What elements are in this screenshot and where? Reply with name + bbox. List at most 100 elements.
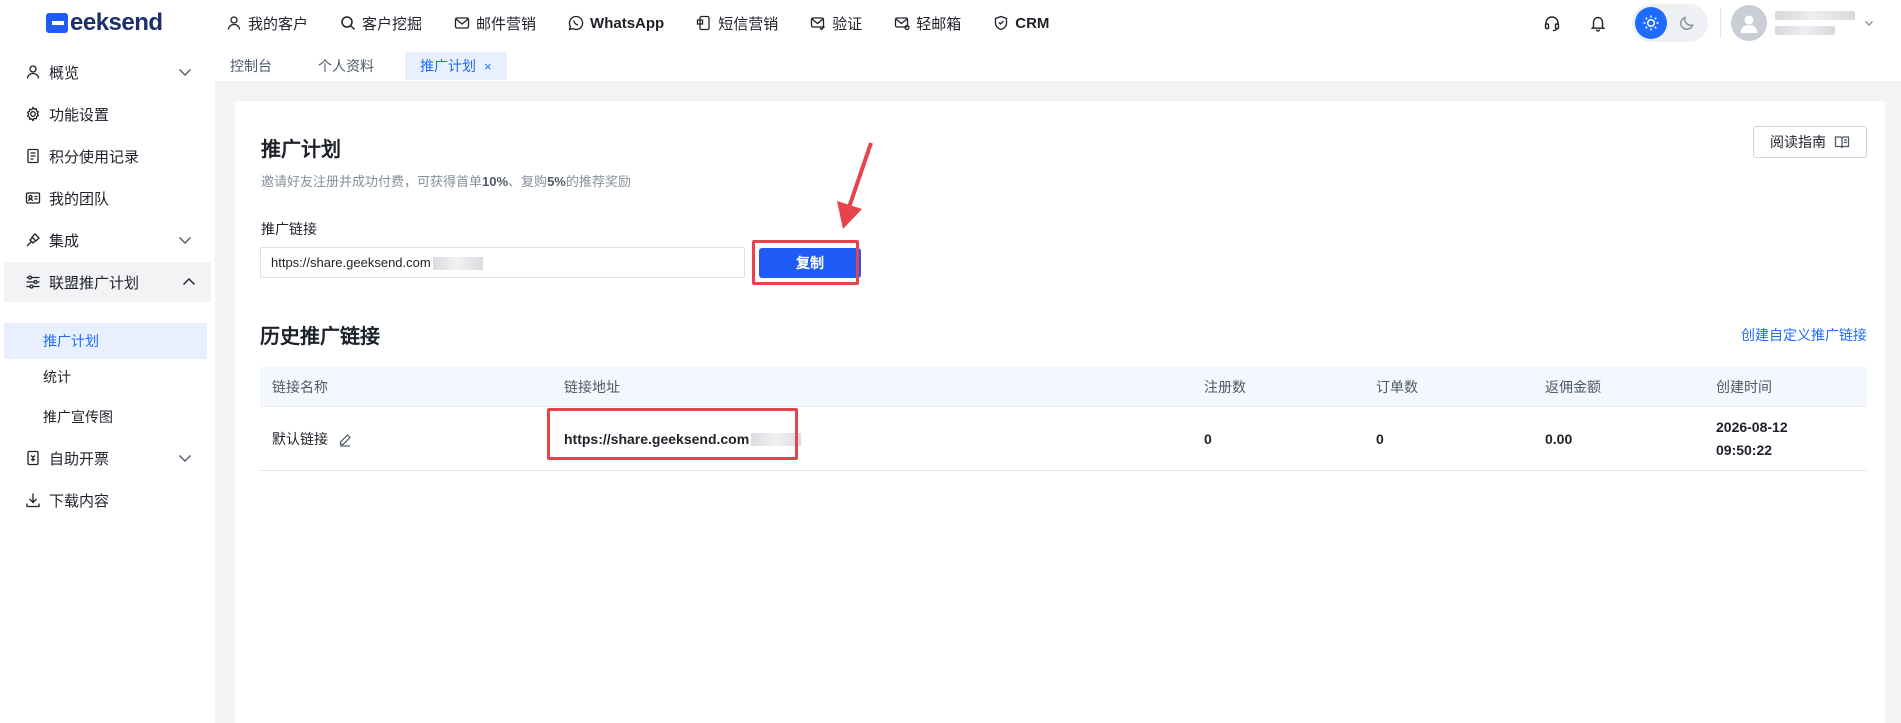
nav-label: 验证 — [832, 15, 863, 33]
desc-first-rate: 10% — [482, 174, 509, 189]
sidebar-item-self-invoice[interactable]: 自助开票 — [0, 438, 207, 478]
sidebar-subitem-referral-plan[interactable]: 推广计划 — [4, 323, 207, 359]
chevron-down-icon — [177, 450, 193, 466]
whatsapp-icon — [568, 15, 584, 31]
commission-cell: 0.00 — [1545, 430, 1573, 447]
divider — [1720, 8, 1721, 38]
main-card: 推广计划 邀请好友注册并成功付费，可获得首单10%、复购5%的推荐奖励 阅读指南… — [235, 101, 1885, 723]
sidebar-item-label: 集成 — [49, 232, 80, 250]
orders-cell: 0 — [1376, 430, 1384, 447]
book-icon — [1834, 134, 1850, 150]
nav-crm[interactable]: CRM — [993, 15, 1049, 32]
column-header: 返佣金额 — [1545, 378, 1601, 395]
nav-verify[interactable]: 验证 — [810, 13, 862, 34]
logo-mark-icon — [46, 13, 68, 33]
sliders-icon — [25, 274, 41, 290]
sidebar-item-label: 积分使用记录 — [49, 148, 140, 166]
sidebar-item-label: 自助开票 — [49, 450, 110, 468]
tab-label: 推广计划 — [420, 58, 476, 74]
pencil-icon[interactable] — [338, 433, 352, 447]
sidebar-item-affiliate-program[interactable]: 联盟推广计划 — [4, 262, 211, 302]
light-mail-icon — [894, 15, 910, 31]
page-title: 推广计划 — [261, 139, 341, 161]
column-header: 创建时间 — [1716, 378, 1772, 395]
column-header: 注册数 — [1204, 378, 1246, 395]
tab-profile[interactable]: 个人资料 — [303, 52, 389, 80]
column-header: 链接名称 — [272, 378, 328, 395]
annotation-arrow-icon — [837, 142, 873, 229]
nav-light-mailbox[interactable]: 轻邮箱 — [894, 13, 961, 34]
chevron-down-icon[interactable] — [1863, 17, 1875, 29]
referral-link-value: https://share.geeksend.com — [271, 255, 431, 270]
sidebar-item-settings[interactable]: 功能设置 — [0, 94, 207, 134]
desc-text: 、复购 — [508, 174, 548, 189]
sidebar-item-label: 功能设置 — [49, 106, 110, 124]
tab-referral-program[interactable]: 推广计划 × — [405, 52, 507, 80]
nav-whatsapp[interactable]: WhatsApp — [568, 15, 664, 32]
nav-label: 我的客户 — [248, 15, 309, 33]
sidebar-item-integrations[interactable]: 集成 — [0, 220, 207, 260]
sidebar-item-label: 我的团队 — [49, 190, 110, 208]
theme-toggle[interactable] — [1632, 4, 1708, 42]
nav-label: 短信营销 — [718, 15, 779, 33]
sidebar-item-overview[interactable]: 概览 — [0, 52, 207, 92]
sidebar-item-label: 下载内容 — [49, 492, 110, 510]
page-tabs: 控制台 个人资料 推广计划 × — [215, 52, 523, 80]
sms-icon — [696, 15, 712, 31]
chevron-down-icon — [177, 64, 193, 80]
create-custom-link[interactable]: 创建自定义推广链接 — [1741, 325, 1867, 345]
nav-my-customers[interactable]: 我的客户 — [226, 13, 308, 34]
nav-label: 邮件营销 — [476, 15, 537, 33]
link-name: 默认链接 — [272, 430, 328, 447]
nav-customer-mining[interactable]: 客户挖掘 — [340, 13, 422, 34]
referral-link-field[interactable]: https://share.geeksend.com — [260, 247, 745, 278]
sidebar: 概览 功能设置 积分使用记录 我的团队 集成 联盟推广计划 推广计划 统计 推广… — [0, 46, 215, 723]
invoice-icon — [25, 450, 41, 466]
desc-text: 邀请好友注册并成功付费，可获得首单 — [261, 174, 483, 189]
column-header: 链接地址 — [564, 378, 620, 395]
desc-repeat-rate: 5% — [547, 174, 566, 189]
moon-icon[interactable] — [1671, 7, 1703, 39]
guide-button-label: 阅读指南 — [1770, 134, 1826, 150]
top-right-actions — [1540, 0, 1901, 46]
history-table: 链接名称 链接地址 注册数 订单数 返佣金额 创建时间 默认链接 https:/… — [260, 367, 1867, 471]
highlight-box-url — [547, 408, 798, 460]
plug-icon — [25, 232, 41, 248]
bell-icon[interactable] — [1586, 11, 1610, 35]
sidebar-item-downloads[interactable]: 下载内容 — [0, 480, 207, 520]
user-icon — [25, 64, 41, 80]
sidebar-subitem-promo-images[interactable]: 推广宣传图 — [4, 399, 207, 435]
history-title: 历史推广链接 — [260, 326, 380, 348]
search-icon — [340, 15, 356, 31]
read-guide-button[interactable]: 阅读指南 — [1753, 126, 1867, 158]
created-date: 2026-08-12 — [1716, 418, 1788, 435]
sidebar-item-points-history[interactable]: 积分使用记录 — [0, 136, 207, 176]
referral-link-label: 推广链接 — [261, 221, 317, 237]
chevron-down-icon — [177, 232, 193, 248]
chevron-up-icon — [181, 274, 197, 290]
nav-email-marketing[interactable]: 邮件营销 — [454, 13, 536, 34]
tab-dashboard[interactable]: 控制台 — [215, 52, 287, 80]
sun-icon[interactable] — [1635, 7, 1667, 39]
document-icon — [25, 148, 41, 164]
table-row: 默认链接 https://share.geeksend.com 0 0 0.00… — [260, 407, 1867, 471]
redacted-link-suffix — [432, 257, 483, 271]
close-icon[interactable]: × — [484, 59, 492, 74]
user-icon — [226, 15, 242, 31]
page-description: 邀请好友注册并成功付费，可获得首单10%、复购5%的推荐奖励 — [261, 171, 631, 190]
table-header: 链接名称 链接地址 注册数 订单数 返佣金额 创建时间 — [260, 367, 1867, 407]
logo[interactable]: eeksend — [46, 9, 163, 36]
sidebar-item-my-team[interactable]: 我的团队 — [0, 178, 207, 218]
sidebar-subitem-statistics[interactable]: 统计 — [4, 359, 207, 395]
nav-label: 轻邮箱 — [916, 15, 962, 33]
avatar[interactable] — [1731, 5, 1767, 41]
desc-text: 的推荐奖励 — [565, 174, 631, 189]
created-time-cell: 2026-08-12 09:50:22 — [1704, 416, 1867, 462]
top-bar: eeksend 我的客户 客户挖掘 邮件营销 WhatsApp 短信营销 验证 — [0, 0, 1901, 46]
sidebar-item-label: 概览 — [49, 64, 80, 82]
nav-sms-marketing[interactable]: 短信营销 — [696, 13, 778, 34]
sidebar-item-label: 联盟推广计划 — [49, 274, 140, 292]
shield-icon — [993, 15, 1009, 31]
verify-mail-icon — [810, 15, 826, 31]
headset-icon[interactable] — [1540, 11, 1564, 35]
